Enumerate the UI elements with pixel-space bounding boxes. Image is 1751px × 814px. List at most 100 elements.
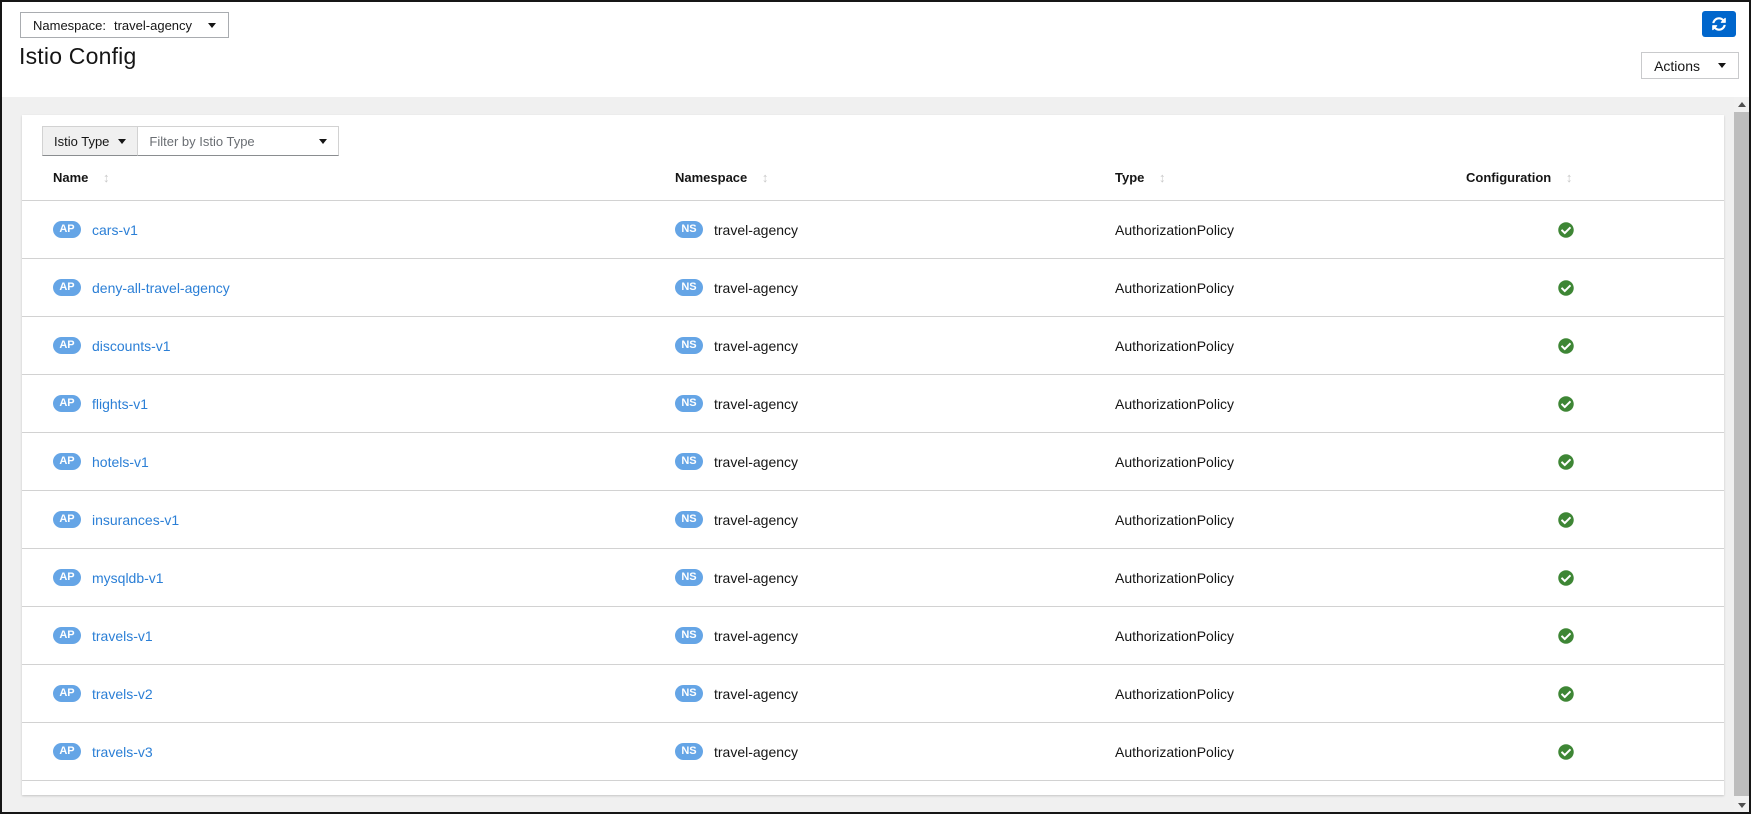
check-circle-icon	[1558, 221, 1724, 238]
check-circle-icon	[1558, 743, 1724, 760]
istio-config-table: Name ↕ Namespace ↕ Type ↕ Configuration …	[22, 156, 1724, 781]
filter-toolbar: Istio Type Filter by Istio Type	[22, 115, 1724, 156]
config-name-link[interactable]: cars-v1	[92, 222, 138, 238]
check-circle-icon	[1558, 569, 1724, 586]
config-name-link[interactable]: travels-v2	[92, 686, 153, 702]
config-name-link[interactable]: travels-v1	[92, 628, 153, 644]
page-title: Istio Config	[19, 43, 137, 69]
column-header-configuration[interactable]: Configuration ↕	[1466, 156, 1724, 201]
table-header-row: Name ↕ Namespace ↕ Type ↕ Configuration …	[22, 156, 1724, 201]
config-type: AuthorizationPolicy	[1115, 374, 1466, 433]
check-circle-icon	[1558, 627, 1724, 644]
namespace-badge: NS	[675, 569, 703, 586]
istio-type-badge: AP	[53, 337, 81, 354]
config-name-link[interactable]: insurances-v1	[92, 512, 179, 528]
istio-type-dropdown[interactable]: Istio Type	[42, 126, 139, 156]
column-header-type[interactable]: Type ↕	[1115, 156, 1466, 201]
table-row: AP travels-v3 NS travel-agency Authoriza…	[22, 722, 1724, 781]
namespace-badge: NS	[675, 743, 703, 760]
namespace-value: travel-agency	[714, 395, 799, 412]
check-circle-icon	[1558, 685, 1724, 702]
table-row: AP discounts-v1 NS travel-agency Authori…	[22, 316, 1724, 375]
namespace-badge: NS	[675, 453, 703, 470]
sync-icon	[1712, 17, 1726, 31]
page-body: Istio Type Filter by Istio Type Name ↕ N…	[2, 97, 1749, 812]
config-type: AuthorizationPolicy	[1115, 548, 1466, 607]
istio-type-badge: AP	[53, 627, 81, 644]
table-row: AP cars-v1 NS travel-agency Authorizatio…	[22, 200, 1724, 259]
namespace-selector-label: Namespace:	[33, 17, 106, 33]
caret-down-icon	[118, 138, 127, 144]
namespace-value: travel-agency	[714, 743, 799, 760]
table-row: AP hotels-v1 NS travel-agency Authorizat…	[22, 432, 1724, 491]
caret-down-icon	[319, 138, 328, 144]
caret-down-icon	[1718, 63, 1726, 68]
refresh-button[interactable]	[1702, 11, 1736, 37]
table-row: AP mysqldb-v1 NS travel-agency Authoriza…	[22, 548, 1724, 607]
namespace-value: travel-agency	[714, 685, 799, 702]
sort-both-icon[interactable]: ↕	[103, 170, 110, 185]
page-header: Namespace: travel-agency Istio Config Ac…	[2, 2, 1749, 97]
istio-config-card: Istio Type Filter by Istio Type Name ↕ N…	[22, 115, 1724, 795]
sort-both-icon[interactable]: ↕	[762, 170, 769, 185]
istio-type-badge: AP	[53, 685, 81, 702]
config-type: AuthorizationPolicy	[1115, 722, 1466, 781]
istio-type-badge: AP	[53, 221, 81, 238]
sort-both-icon[interactable]: ↕	[1566, 170, 1573, 185]
namespace-value: travel-agency	[714, 511, 799, 528]
istio-type-badge: AP	[53, 511, 81, 528]
scroll-up-arrow[interactable]	[1734, 97, 1749, 111]
config-type: AuthorizationPolicy	[1115, 432, 1466, 491]
scroll-down-arrow[interactable]	[1734, 798, 1749, 812]
istio-type-filter-select[interactable]: Filter by Istio Type	[138, 126, 340, 156]
config-type: AuthorizationPolicy	[1115, 606, 1466, 665]
istio-type-badge: AP	[53, 279, 81, 296]
table-row: AP deny-all-travel-agency NS travel-agen…	[22, 258, 1724, 317]
namespace-badge: NS	[675, 279, 703, 296]
actions-dropdown-label: Actions	[1654, 57, 1700, 74]
column-header-namespace[interactable]: Namespace ↕	[675, 156, 1115, 201]
namespace-badge: NS	[675, 221, 703, 238]
namespace-value: travel-agency	[714, 569, 799, 586]
check-circle-icon	[1558, 511, 1724, 528]
config-type: AuthorizationPolicy	[1115, 200, 1466, 259]
check-circle-icon	[1558, 279, 1724, 296]
istio-type-badge: AP	[53, 743, 81, 760]
config-name-link[interactable]: discounts-v1	[92, 338, 171, 354]
caret-down-icon	[208, 22, 217, 28]
config-type: AuthorizationPolicy	[1115, 316, 1466, 375]
namespace-selector-value: travel-agency	[113, 17, 193, 33]
config-name-link[interactable]: deny-all-travel-agency	[92, 280, 230, 296]
namespace-value: travel-agency	[714, 337, 799, 354]
namespace-selector[interactable]: Namespace: travel-agency	[20, 12, 230, 38]
istio-type-dropdown-label: Istio Type	[54, 133, 110, 149]
check-circle-icon	[1558, 337, 1724, 354]
namespace-badge: NS	[675, 627, 703, 644]
column-header-name[interactable]: Name ↕	[22, 156, 675, 201]
istio-type-badge: AP	[53, 569, 81, 586]
actions-dropdown[interactable]: Actions	[1641, 52, 1739, 79]
config-name-link[interactable]: mysqldb-v1	[92, 570, 164, 586]
istio-type-badge: AP	[53, 395, 81, 412]
vertical-scrollbar[interactable]	[1734, 97, 1749, 812]
config-type: AuthorizationPolicy	[1115, 664, 1466, 723]
check-circle-icon	[1558, 453, 1724, 470]
scrollbar-thumb[interactable]	[1734, 112, 1749, 796]
namespace-value: travel-agency	[714, 279, 799, 296]
sort-both-icon[interactable]: ↕	[1159, 170, 1166, 185]
config-name-link[interactable]: hotels-v1	[92, 454, 149, 470]
config-type: AuthorizationPolicy	[1115, 490, 1466, 549]
table-row: AP travels-v1 NS travel-agency Authoriza…	[22, 606, 1724, 665]
config-name-link[interactable]: travels-v3	[92, 744, 153, 760]
app-window: Namespace: travel-agency Istio Config Ac…	[0, 0, 1751, 814]
config-type: AuthorizationPolicy	[1115, 258, 1466, 317]
namespace-value: travel-agency	[714, 453, 799, 470]
filter-placeholder: Filter by Istio Type	[149, 133, 255, 149]
table-row: AP insurances-v1 NS travel-agency Author…	[22, 490, 1724, 549]
namespace-badge: NS	[675, 395, 703, 412]
check-circle-icon	[1558, 395, 1724, 412]
namespace-badge: NS	[675, 685, 703, 702]
namespace-value: travel-agency	[714, 221, 799, 238]
config-name-link[interactable]: flights-v1	[92, 396, 148, 412]
namespace-badge: NS	[675, 337, 703, 354]
